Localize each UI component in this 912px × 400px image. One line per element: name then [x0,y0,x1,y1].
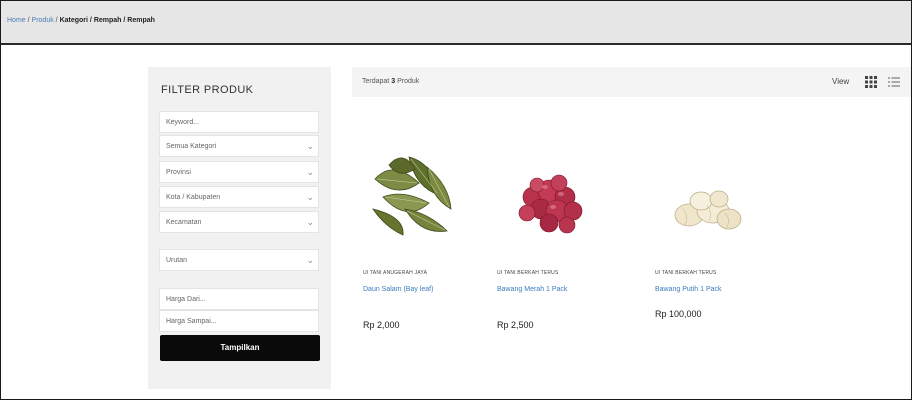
price-from-input[interactable]: Harga Dari... [159,288,319,310]
chevron-down-icon: ⌄ [306,141,314,151]
results-toolbar: Terdapat 3 Produk View [352,67,911,97]
product-name[interactable]: Bawang Putih 1 Pack [655,285,745,294]
breadcrumb-home[interactable]: Home [7,17,26,24]
product-image-garlic[interactable] [655,139,765,249]
filter-sidebar: FILTER PRODUK Keyword... Semua Kategori … [148,67,331,389]
product-image-bay-leaves[interactable] [363,139,473,249]
chevron-down-icon: ⌄ [306,255,314,265]
province-select-value: Provinsi [166,169,191,176]
district-select-value: Kecamatan [166,219,202,226]
breadcrumb-kategori[interactable]: Kategori [60,17,88,24]
breadcrumb: Home / Produk / Kategori / Rempah / Remp… [7,17,155,24]
city-select-value: Kota / Kabupaten [166,194,221,201]
filter-title: FILTER PRODUK [161,84,254,96]
city-select[interactable]: Kota / Kabupaten ⌄ [159,186,319,208]
product-name[interactable]: Bawang Merah 1 Pack [497,285,587,294]
show-results-button[interactable]: Tampilkan [160,335,320,361]
product-seller[interactable]: UI TANI BERKAH TERUS [497,270,617,276]
product-price: Rp 2,500 [497,320,534,330]
view-label: View [832,77,850,86]
keyword-input[interactable]: Keyword... [159,111,319,133]
result-count-suffix: Produk [397,78,420,85]
product-name[interactable]: Daun Salam (Bay leaf) [363,285,453,294]
product-image-shallots[interactable] [497,139,607,249]
price-to-input[interactable]: Harga Sampai... [159,310,319,332]
breadcrumb-produk[interactable]: Produk [32,17,54,24]
result-count-number: 3 [391,78,396,85]
breadcrumb-rempah[interactable]: Rempah [94,17,122,24]
product-seller[interactable]: UI TANI ANUGERAH JAYA [363,270,483,276]
chevron-down-icon: ⌄ [306,217,314,227]
breadcrumb-current: Rempah [127,17,155,24]
product-price: Rp 2,000 [363,320,400,330]
province-select[interactable]: Provinsi ⌄ [159,161,319,183]
browser-viewport: Home / Produk / Kategori / Rempah / Remp… [0,0,912,400]
district-select[interactable]: Kecamatan ⌄ [159,211,319,233]
category-select-value: Semua Kategori [166,143,217,150]
sort-select-value: Urutan [166,257,188,264]
sort-select[interactable]: Urutan ⌄ [159,249,319,271]
result-count-prefix: Terdapat [362,78,390,85]
list-view-icon[interactable] [888,76,900,88]
product-seller[interactable]: UI TANI BERKAH TERUS [655,270,775,276]
keyword-placeholder: Keyword... [166,119,200,126]
category-select[interactable]: Semua Kategori ⌄ [159,135,319,157]
result-count: Terdapat 3 Produk [362,78,419,85]
price-from-placeholder: Harga Dari... [166,296,206,303]
price-to-placeholder: Harga Sampai... [166,318,217,325]
breadcrumb-bar: Home / Produk / Kategori / Rempah / Remp… [1,1,911,45]
product-price: Rp 100,000 [655,309,702,319]
chevron-down-icon: ⌄ [306,192,314,202]
chevron-down-icon: ⌄ [306,167,314,177]
grid-view-icon[interactable] [865,76,877,88]
